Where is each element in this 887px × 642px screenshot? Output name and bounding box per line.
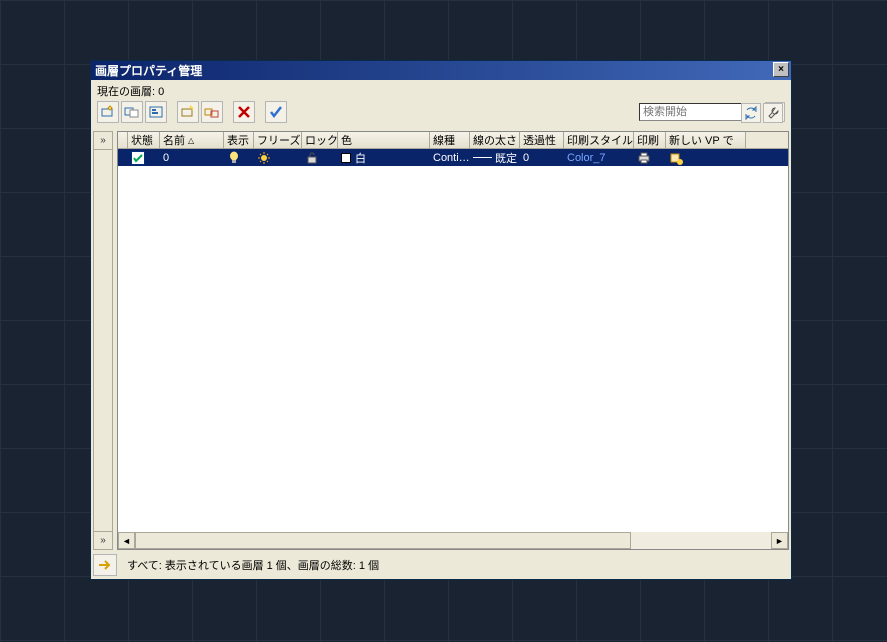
body-area: » » 状態 名前 △ 表示 フリーズ ロック 色 線種 線の太さ 透過性 印刷… <box>93 131 789 550</box>
lineweight-swatch <box>473 157 492 158</box>
refresh-button[interactable] <box>741 103 761 123</box>
scroll-track[interactable] <box>135 532 771 549</box>
cell-state[interactable] <box>128 149 160 166</box>
cell-plot[interactable] <box>634 149 666 166</box>
scroll-right-button[interactable]: ► <box>771 532 788 549</box>
expand-filter-top-button[interactable]: » <box>94 132 112 150</box>
cell-plotstyle[interactable]: Color_7 <box>564 149 634 166</box>
refresh-icon <box>744 106 758 120</box>
wrench-icon <box>766 106 780 120</box>
new-layer-button[interactable] <box>97 101 119 123</box>
filter-icon <box>180 104 196 120</box>
new-layer-icon <box>100 104 116 120</box>
th-plotstyle[interactable]: 印刷スタイル <box>564 132 634 148</box>
new-layer-vp-icon <box>124 104 140 120</box>
vp-freeze-icon <box>669 151 683 165</box>
color-swatch-white <box>341 153 351 163</box>
lightbulb-on-icon <box>227 151 241 165</box>
cell-show[interactable] <box>224 149 254 166</box>
group-filter-button[interactable] <box>201 101 223 123</box>
set-current-button[interactable] <box>265 101 287 123</box>
filter-button[interactable] <box>177 101 199 123</box>
th-show[interactable]: 表示 <box>224 132 254 148</box>
lineweight-label: 既定 <box>495 150 517 166</box>
th-name-label: 名前 <box>163 132 185 148</box>
settings-button[interactable] <box>763 103 783 123</box>
table-header: 状態 名前 △ 表示 フリーズ ロック 色 線種 線の太さ 透過性 印刷スタイル… <box>118 132 788 149</box>
horizontal-scrollbar[interactable]: ◄ ► <box>118 532 788 549</box>
th-color[interactable]: 色 <box>338 132 430 148</box>
cell-linetype[interactable]: Conti… <box>430 149 470 166</box>
close-button[interactable]: × <box>773 62 789 77</box>
expand-filter-bottom-button[interactable]: » <box>94 531 112 549</box>
th-transparency[interactable]: 透過性 <box>520 132 564 148</box>
cell-newvp[interactable] <box>666 149 746 166</box>
color-name: 白 <box>355 150 366 166</box>
layer-states-icon <box>148 104 164 120</box>
sort-asc-icon: △ <box>188 136 194 145</box>
checkmark-icon <box>268 104 284 120</box>
th-linetype[interactable]: 線種 <box>430 132 470 148</box>
layer-properties-dialog: 画層プロパティ管理 × 現在の画層: 0 <box>90 60 792 580</box>
current-layer-label: 現在の画層: 0 <box>91 80 791 101</box>
invert-filter-button[interactable] <box>93 554 117 576</box>
cell-lock[interactable] <box>302 149 338 166</box>
toolbar <box>91 101 791 126</box>
current-check-icon <box>131 151 145 165</box>
status-text: すべて: 表示されている画層 1 個、画層の総数: 1 個 <box>123 557 379 573</box>
new-layer-vp-button[interactable] <box>121 101 143 123</box>
scroll-left-button[interactable]: ◄ <box>118 532 135 549</box>
delete-layer-button[interactable] <box>233 101 255 123</box>
cell-lineweight[interactable]: 既定 <box>470 149 520 166</box>
th-lock[interactable]: ロック <box>302 132 338 148</box>
th-gap[interactable] <box>118 132 128 148</box>
unlock-icon <box>305 151 319 165</box>
cell-freeze[interactable] <box>254 149 302 166</box>
cell-name[interactable]: 0 <box>160 149 224 166</box>
printer-icon <box>637 151 651 165</box>
th-state[interactable]: 状態 <box>128 132 160 148</box>
cell-color[interactable]: 白 <box>338 149 430 166</box>
titlebar[interactable]: 画層プロパティ管理 × <box>91 61 791 80</box>
cell-transparency[interactable]: 0 <box>520 149 564 166</box>
th-newvp[interactable]: 新しい VP で <box>666 132 746 148</box>
group-filter-icon <box>204 104 220 120</box>
th-freeze[interactable]: フリーズ <box>254 132 302 148</box>
th-name[interactable]: 名前 △ <box>160 132 224 148</box>
scroll-thumb[interactable] <box>135 532 631 549</box>
th-plot[interactable]: 印刷 <box>634 132 666 148</box>
layer-table: 状態 名前 △ 表示 フリーズ ロック 色 線種 線の太さ 透過性 印刷スタイル… <box>117 131 789 550</box>
window-title: 画層プロパティ管理 <box>95 62 202 79</box>
filter-panel-collapsed: » » <box>93 131 113 550</box>
arrow-right-icon <box>97 558 113 572</box>
layer-states-button[interactable] <box>145 101 167 123</box>
layer-row[interactable]: 0 白 <box>118 149 788 166</box>
th-lineweight[interactable]: 線の太さ <box>470 132 520 148</box>
sun-icon <box>257 151 271 165</box>
delete-x-icon <box>236 104 252 120</box>
status-row: すべて: 表示されている画層 1 個、画層の総数: 1 個 <box>93 553 789 577</box>
